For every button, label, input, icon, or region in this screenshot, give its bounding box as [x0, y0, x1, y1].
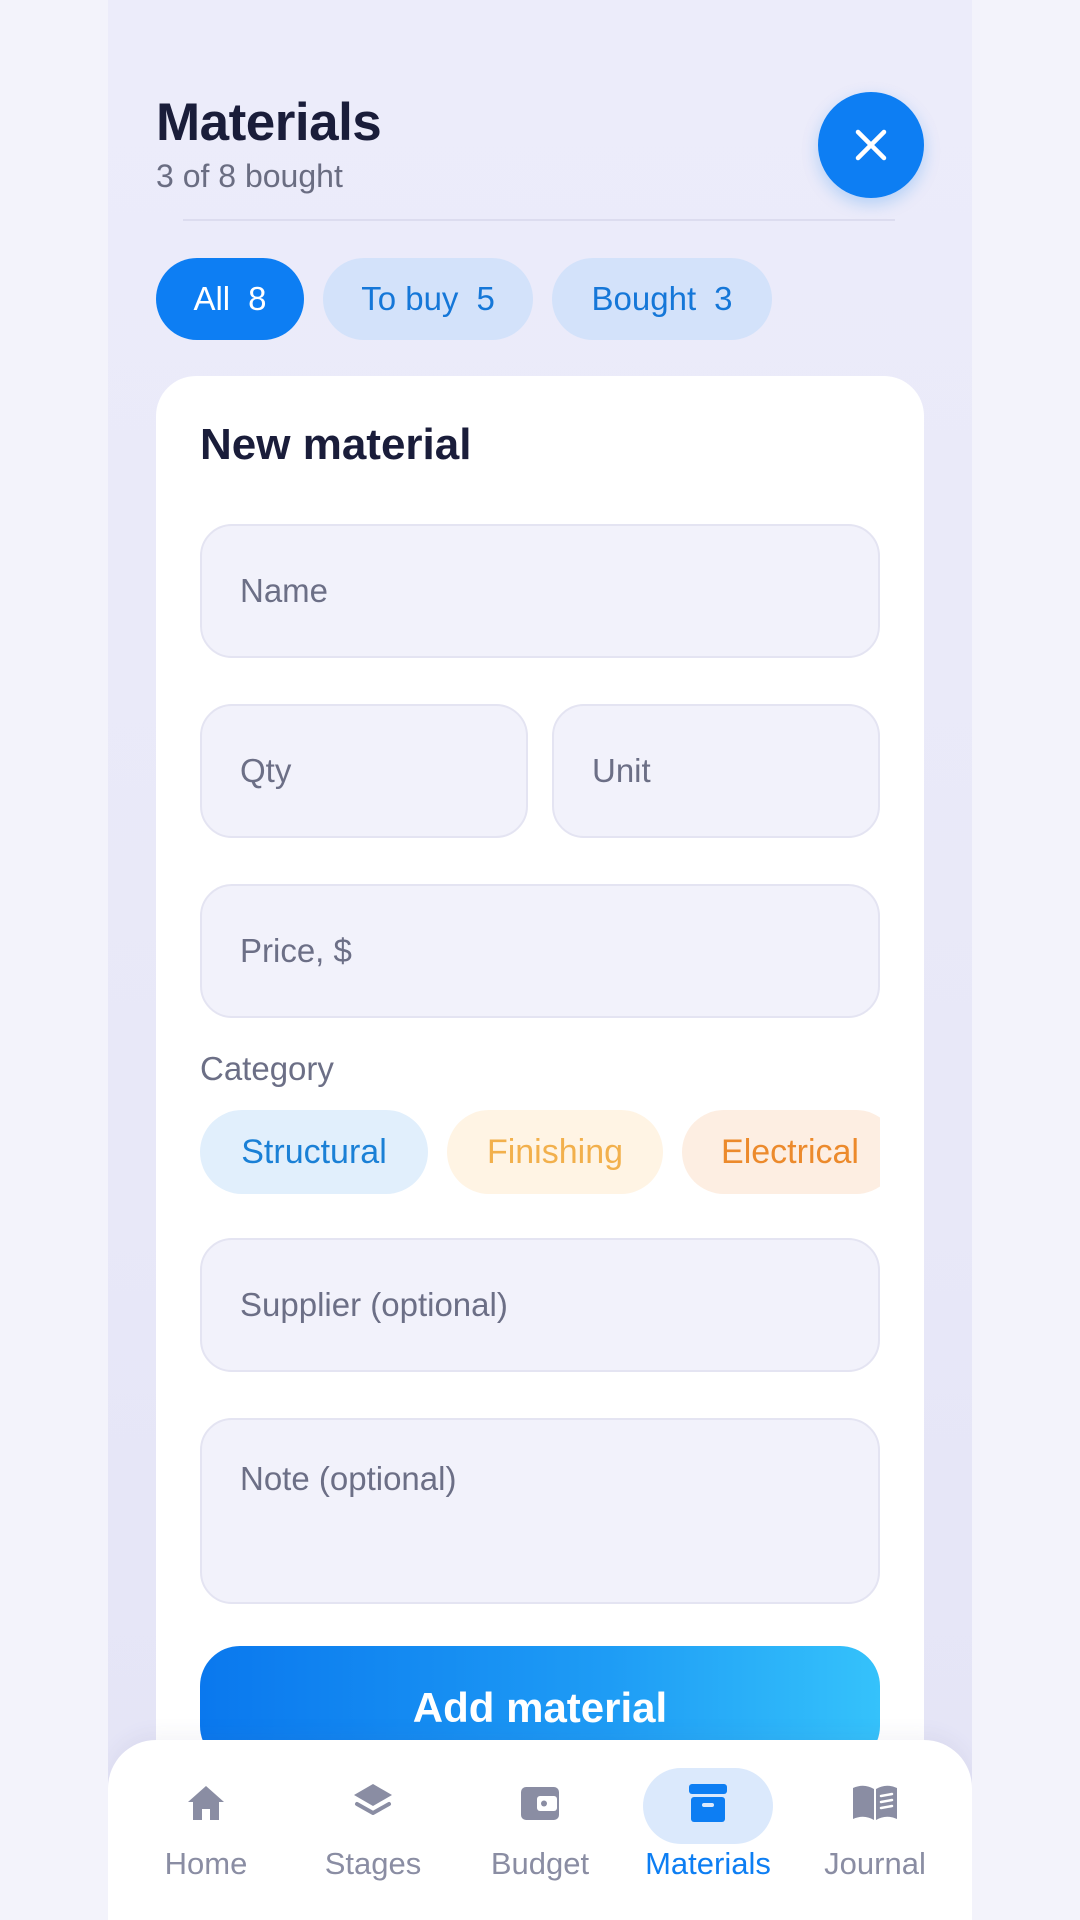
filter-tab-count: 3 [714, 280, 733, 317]
category-label: Category [200, 1050, 334, 1087]
nav-item-materials[interactable]: Materials [638, 1768, 778, 1908]
category-chips: Structural Finishing Electrical [200, 1110, 880, 1196]
book-icon [853, 1785, 897, 1820]
close-icon [855, 129, 887, 161]
category-chip-electrical[interactable]: Electrical [682, 1110, 880, 1194]
supplier-field[interactable] [200, 1238, 880, 1372]
archive-box-icon [689, 1784, 727, 1822]
nav-label: Journal [824, 1846, 926, 1881]
filter-tab-label: To buy [361, 280, 459, 317]
filter-tab-label: Bought [591, 280, 697, 317]
name-field[interactable] [200, 524, 880, 658]
nav-item-journal[interactable]: Journal [805, 1768, 945, 1908]
unit-field[interactable] [552, 704, 880, 838]
home-icon [188, 1786, 224, 1820]
filter-tab-all[interactable]: All 8 [156, 258, 304, 340]
nav-label: Stages [324, 1846, 422, 1881]
filter-tab-count: 5 [476, 280, 495, 317]
layers-icon [354, 1784, 392, 1815]
nav-label: Home [164, 1846, 248, 1881]
filter-tab-label: All [193, 280, 231, 317]
bottom-nav: Home Stages Budget Materials Journal [108, 1740, 972, 1920]
note-field[interactable] [200, 1418, 880, 1604]
header-divider [183, 219, 895, 221]
new-material-card: New material Category Structural Finishi… [156, 376, 924, 1920]
form-title: New material [200, 420, 472, 469]
filter-tab-count: 8 [248, 280, 267, 317]
nav-label: Budget [490, 1846, 590, 1881]
page-title: Materials [156, 93, 382, 152]
filter-tab-to-buy[interactable]: To buy 5 [323, 258, 533, 340]
nav-item-stages[interactable]: Stages [303, 1768, 443, 1908]
qty-field[interactable] [200, 704, 528, 838]
price-field[interactable] [200, 884, 880, 1018]
category-chip-finishing[interactable]: Finishing [447, 1110, 663, 1194]
app-screen: Materials 3 of 8 bought All 8 To buy 5 B… [108, 0, 972, 1920]
nav-item-budget[interactable]: Budget [470, 1768, 610, 1908]
wallet-icon [521, 1787, 559, 1820]
nav-item-home[interactable]: Home [136, 1768, 276, 1908]
close-button[interactable] [818, 92, 924, 198]
filter-tab-bought[interactable]: Bought 3 [552, 258, 772, 340]
bought-progress-text: 3 of 8 bought [156, 158, 343, 194]
nav-label: Materials [645, 1846, 771, 1881]
category-chip-structural[interactable]: Structural [200, 1110, 428, 1194]
